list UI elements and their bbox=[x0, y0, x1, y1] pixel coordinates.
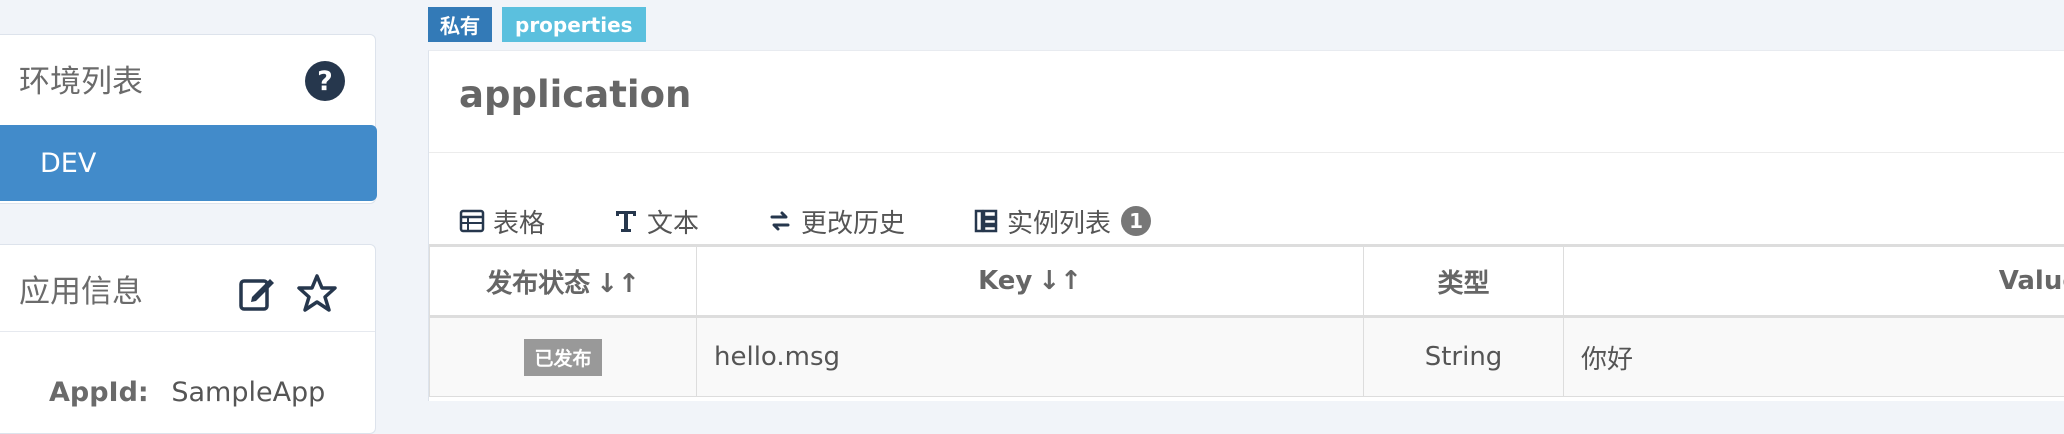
app-info-title: 应用信息 bbox=[19, 266, 143, 311]
tab-label: 更改历史 bbox=[801, 203, 905, 240]
cell-status: 已发布 bbox=[430, 317, 697, 397]
appid-label: AppId: bbox=[49, 377, 149, 408]
app-info-panel: 应用信息 AppId: SampleApp bbox=[0, 244, 376, 434]
tab-history[interactable]: 更改历史 bbox=[767, 193, 905, 249]
th-value-label: Value bbox=[1999, 266, 2064, 296]
th-type: 类型 bbox=[1364, 246, 1564, 317]
format-badge: properties bbox=[502, 7, 646, 42]
th-value: Value bbox=[1564, 246, 2064, 317]
instances-icon bbox=[973, 208, 999, 234]
history-icon bbox=[767, 208, 793, 234]
env-item-dev[interactable]: DEV bbox=[0, 125, 377, 201]
edit-icon[interactable] bbox=[237, 273, 277, 313]
star-icon[interactable] bbox=[297, 273, 337, 313]
namespace-tabs: 表格 文本 更改历史 实例列表 1 bbox=[459, 193, 1219, 251]
th-key[interactable]: Key↓↑ bbox=[697, 246, 1364, 317]
th-key-label: Key bbox=[978, 266, 1032, 296]
cell-type: String bbox=[1364, 317, 1564, 397]
namespace-title: application bbox=[459, 73, 691, 116]
table-icon bbox=[459, 208, 485, 234]
cell-key: hello.msg bbox=[697, 317, 1364, 397]
question-circle-icon[interactable]: ? bbox=[305, 61, 345, 101]
cell-value: 你好 bbox=[1564, 317, 2064, 397]
tab-label: 表格 bbox=[493, 203, 545, 240]
sort-icon[interactable]: ↓↑ bbox=[596, 269, 640, 299]
tab-instances[interactable]: 实例列表 1 bbox=[973, 193, 1151, 249]
th-type-label: 类型 bbox=[1437, 269, 1489, 299]
instance-count-badge: 1 bbox=[1121, 206, 1151, 236]
th-status[interactable]: 发布状态↓↑ bbox=[430, 246, 697, 317]
th-status-label: 发布状态 bbox=[486, 269, 590, 299]
app-info-divider bbox=[0, 331, 375, 332]
sort-icon[interactable]: ↓↑ bbox=[1038, 266, 1082, 296]
table-header-row: 发布状态↓↑ Key↓↑ 类型 Value bbox=[430, 246, 2064, 317]
env-list-title: 环境列表 bbox=[19, 56, 143, 101]
namespace-badges: 私有 properties bbox=[428, 7, 646, 42]
tab-text[interactable]: 文本 bbox=[613, 193, 699, 249]
private-badge: 私有 bbox=[428, 7, 492, 42]
tab-label: 实例列表 bbox=[1007, 203, 1111, 240]
appid-row: AppId: SampleApp bbox=[49, 377, 325, 408]
tab-label: 文本 bbox=[647, 203, 699, 240]
appid-value: SampleApp bbox=[171, 377, 325, 408]
published-status-badge: 已发布 bbox=[524, 339, 601, 376]
env-item-label: DEV bbox=[40, 148, 96, 179]
env-list-panel: 环境列表 ? DEV bbox=[0, 34, 376, 204]
text-icon bbox=[613, 208, 639, 234]
table-row[interactable]: 已发布 hello.msg String 你好 bbox=[430, 317, 2064, 397]
config-table: 发布状态↓↑ Key↓↑ 类型 Value 已发布 hello.msg Str bbox=[429, 244, 2064, 397]
namespace-card: application 表格 文本 更改历史 bbox=[428, 50, 2064, 401]
tab-table[interactable]: 表格 bbox=[459, 193, 545, 249]
title-divider bbox=[429, 152, 2064, 153]
